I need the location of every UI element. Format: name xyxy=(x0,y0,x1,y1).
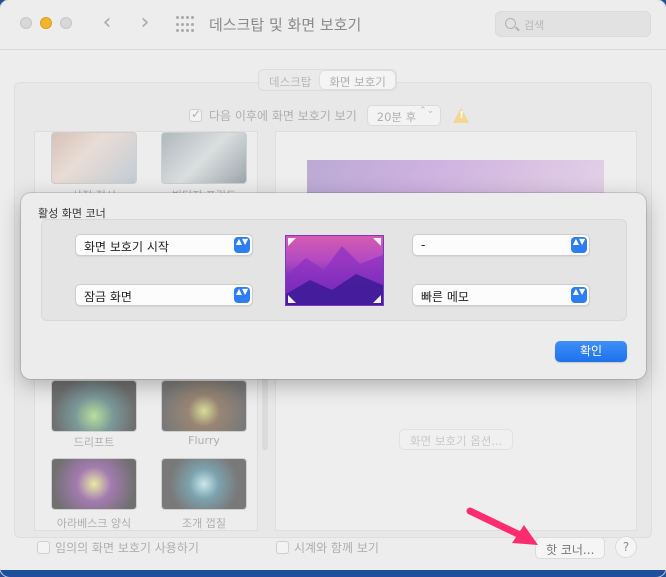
chevron-updown-icon: ▲▼ xyxy=(234,287,250,303)
tab-desktop[interactable]: 데스크탑 xyxy=(260,71,320,89)
saver-thumbnail-shell[interactable] xyxy=(161,458,247,510)
bottom-bar: 임의의 화면 보호기 사용하기 시계와 함께 보기 핫 코너... ? xyxy=(0,536,666,561)
ok-button[interactable]: 확인 xyxy=(555,341,627,362)
active-screen-corners-sheet: 활성 화면 코너 화면 보호기 시작 ▲▼ - ▲▼ 잠금 화면 ▲▼ 빠른 메… xyxy=(21,193,646,379)
top-left-corner-select[interactable]: 화면 보호기 시작 ▲▼ xyxy=(75,234,253,256)
saver-thumbnail-drift[interactable] xyxy=(51,380,137,432)
hot-corners-button[interactable]: 핫 코너... xyxy=(535,537,606,559)
saver-label: 조개 껍질 xyxy=(182,517,226,530)
saver-thumbnail-photo-wall[interactable] xyxy=(51,132,137,184)
bottom-left-corner-value: 잠금 화면 xyxy=(84,290,132,304)
back-arrow-icon[interactable]: ‹ xyxy=(96,11,118,37)
chevron-updown-icon: ▲▼ xyxy=(234,237,250,253)
saver-thumbnail-flurry[interactable] xyxy=(161,380,247,432)
random-saver-checkbox[interactable] xyxy=(37,541,50,554)
chevron-updown-icon: ▲▼ xyxy=(571,287,587,303)
corner-marker-top-left xyxy=(288,238,296,246)
corners-group: 화면 보호기 시작 ▲▼ - ▲▼ 잠금 화면 ▲▼ 빠른 메모 ▲▼ xyxy=(41,219,627,321)
start-after-label: 다음 이후에 화면 보호기 보기 xyxy=(209,108,357,123)
saver-thumbnail-vintage-prints[interactable] xyxy=(161,132,247,184)
updown-chevron-icon: ⌃⌄ xyxy=(419,105,435,116)
tab-screen-saver[interactable]: 화면 보호기 xyxy=(320,71,395,89)
desktop-background-strip xyxy=(0,570,666,577)
start-after-checkbox[interactable] xyxy=(189,107,202,122)
search-icon xyxy=(505,18,516,29)
search-placeholder: 검색 xyxy=(524,19,545,32)
screen-corners-preview xyxy=(285,235,384,306)
tab-bar: 데스크탑 화면 보호기 xyxy=(258,69,397,91)
show-all-grid-icon[interactable] xyxy=(176,16,194,34)
chevron-updown-icon: ▲▼ xyxy=(571,237,587,253)
window-title: 데스크탑 및 화면 보호기 xyxy=(209,16,362,34)
help-button[interactable]: ? xyxy=(615,536,637,558)
wallpaper-mountain-image xyxy=(286,246,383,305)
title-bar: ‹ › 데스크탑 및 화면 보호기 검색 xyxy=(0,0,666,50)
start-after-select[interactable]: 20분 후 ⌃⌄ xyxy=(366,104,442,126)
zoom-window-button[interactable] xyxy=(60,17,72,29)
show-clock-label: 시계와 함께 보기 xyxy=(294,541,379,555)
start-after-row: 다음 이후에 화면 보호기 보기 20분 후 ⌃⌄ xyxy=(189,104,470,126)
minimize-window-button[interactable] xyxy=(40,17,52,29)
saver-thumbnail-arabesque[interactable] xyxy=(51,458,137,510)
start-after-value: 20분 후 xyxy=(376,109,417,124)
screen-saver-options-button[interactable]: 화면 보호기 옵션... xyxy=(399,429,514,450)
search-input[interactable]: 검색 xyxy=(495,11,651,37)
preferences-window: ‹ › 데스크탑 및 화면 보호기 검색 데스크탑 화면 보호기 다음 이후에 … xyxy=(0,0,666,577)
bottom-left-corner-select[interactable]: 잠금 화면 ▲▼ xyxy=(75,284,253,306)
warning-icon xyxy=(453,107,470,123)
corner-marker-top-right xyxy=(373,238,381,246)
top-right-corner-select[interactable]: - ▲▼ xyxy=(412,234,590,256)
bottom-right-corner-select[interactable]: 빠른 메모 ▲▼ xyxy=(412,284,590,306)
corner-marker-bottom-left xyxy=(288,295,296,303)
saver-label: 드리프트 xyxy=(73,436,115,449)
show-clock-checkbox[interactable] xyxy=(276,541,289,554)
saver-label: 아라베스크 양식 xyxy=(56,517,132,530)
top-right-corner-value: - xyxy=(421,238,426,252)
bottom-right-corner-value: 빠른 메모 xyxy=(421,290,469,304)
top-left-corner-value: 화면 보호기 시작 xyxy=(84,240,169,254)
random-saver-label: 임의의 화면 보호기 사용하기 xyxy=(55,541,199,555)
close-window-button[interactable] xyxy=(20,17,32,29)
saver-label: Flurry xyxy=(188,434,220,447)
annotation-arrow-icon xyxy=(466,507,538,545)
forward-arrow-icon[interactable]: › xyxy=(134,11,156,37)
corner-marker-bottom-right xyxy=(373,295,381,303)
